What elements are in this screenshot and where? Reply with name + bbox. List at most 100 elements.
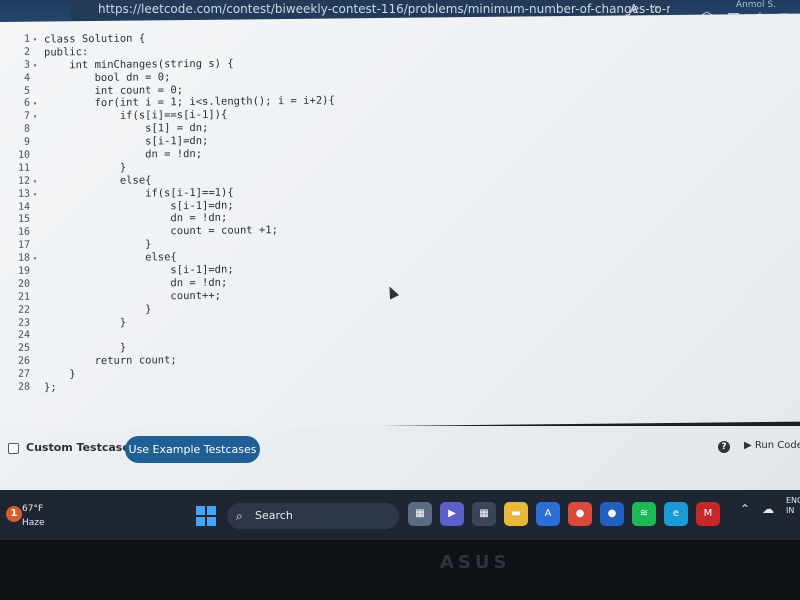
profile-name[interactable]: Anmol S. [736, 0, 776, 10]
fold-chevron-icon [30, 227, 40, 240]
mcafee-icon[interactable]: M [696, 502, 720, 526]
code-text: public: [44, 45, 89, 59]
chevron-up-icon[interactable]: ⌃ [740, 502, 750, 516]
line-number: 2 [23, 46, 30, 58]
search-icon: ⌕ [236, 509, 243, 523]
code-text: } [44, 342, 127, 355]
code-text: count++; [44, 289, 222, 304]
fold-chevron-icon [30, 150, 40, 163]
line-number: 15 [17, 214, 30, 226]
line-number: 14 [17, 201, 30, 213]
fold-chevron-icon [30, 214, 40, 227]
line-number: 5 [23, 85, 30, 97]
fold-chevron-icon [30, 330, 40, 343]
fold-chevron-icon [30, 46, 40, 59]
line-number: 16 [17, 227, 30, 239]
code-text: int minChanges(string s) { [44, 57, 234, 72]
code-text: } [44, 161, 127, 175]
fold-chevron-icon[interactable]: ▾ [30, 111, 40, 124]
line-number: 20 [17, 278, 30, 290]
line-number: 23 [17, 317, 30, 329]
taskbar-apps: ▦ ▶ ▦ ▬ A ● ● ≋ e M [408, 502, 720, 526]
line-number: 12 [17, 175, 30, 187]
code-text: } [44, 368, 76, 381]
line-number: 19 [17, 265, 30, 277]
line-number: 22 [17, 304, 30, 316]
help-icon[interactable]: ? [718, 441, 730, 453]
code-text: count = count +1; [44, 224, 278, 239]
line-number: 18 [17, 252, 30, 264]
search-label: Search [255, 509, 293, 522]
fold-chevron-icon [30, 72, 40, 85]
teams-icon[interactable]: ▶ [440, 502, 464, 526]
code-editor[interactable]: 1 ▾ class Solution {2 public: 3 ▾ int minChan… [0, 13, 800, 431]
fold-chevron-icon [30, 266, 40, 279]
weather-temperature: 67°F [22, 504, 44, 514]
fold-chevron-icon[interactable]: ▾ [30, 98, 40, 111]
fold-chevron-icon [30, 137, 40, 150]
line-number: 24 [17, 330, 30, 342]
action-bar: Custom Testcase Use Example Testcases ? … [0, 426, 800, 490]
chrome-icon[interactable]: ● [568, 502, 592, 526]
weather-badge: 1 [6, 506, 22, 522]
taskbar-search[interactable]: ⌕ Search [227, 503, 399, 529]
line-number: 9 [23, 136, 30, 148]
code-text: } [44, 316, 127, 330]
taskbar: 1 67°F Haze ⌕ Search ▦ ▶ ▦ ▬ A ● ● ≋ eM ⌃ ☁ ENG … [0, 490, 800, 540]
fold-chevron-icon [30, 240, 40, 253]
fold-chevron-icon [30, 343, 40, 356]
custom-testcase-checkbox[interactable] [8, 443, 19, 454]
run-code-button[interactable]: ▶ Run Code [744, 440, 800, 451]
line-number: 3 [23, 59, 30, 71]
line-number: 1 [23, 33, 30, 45]
fold-chevron-icon [30, 304, 40, 317]
spotify-icon[interactable]: ≋ [632, 502, 656, 526]
fold-chevron-icon [30, 124, 40, 137]
code-text: return count; [44, 354, 177, 368]
app-icon[interactable]: A [536, 502, 560, 526]
language-indicator[interactable]: ENG IN [786, 496, 800, 516]
code-text: } [44, 303, 152, 317]
fold-chevron-icon [30, 85, 40, 98]
line-number: 17 [17, 239, 30, 252]
line-number: 13 [17, 188, 30, 200]
line-number: 8 [23, 123, 30, 135]
code-text: }; [44, 381, 57, 394]
code-text: } [44, 238, 152, 252]
fold-chevron-icon[interactable]: ▾ [30, 175, 40, 188]
lang-bottom: IN [786, 506, 795, 515]
fold-chevron-icon [30, 317, 40, 330]
line-number: 25 [17, 343, 30, 355]
laptop-bezel: ASUS [0, 540, 800, 600]
line-number: 11 [17, 162, 30, 174]
file-explorer-icon[interactable]: ▦ [408, 502, 432, 526]
line-number: 4 [23, 72, 30, 84]
app-blue-icon[interactable]: ● [600, 502, 624, 526]
fold-chevron-icon[interactable]: ▾ [30, 34, 40, 47]
fold-chevron-icon [30, 382, 40, 395]
line-number: 6 [23, 98, 30, 110]
fold-chevron-icon[interactable]: ▾ [30, 253, 40, 266]
fold-chevron-icon [30, 369, 40, 382]
fold-chevron-icon[interactable]: ▾ [30, 188, 40, 201]
use-example-testcases-button[interactable]: Use Example Testcases [125, 436, 260, 463]
system-tray: ⌃ ☁ [740, 502, 774, 516]
code-text: else{ [44, 174, 152, 188]
folder-icon[interactable]: ▬ [504, 502, 528, 526]
fold-chevron-icon [30, 162, 40, 175]
line-number: 7 [23, 111, 30, 123]
fold-chevron-icon [30, 356, 40, 369]
code-lines: 1 ▾ class Solution {2 public: 3 ▾ int minChan… [14, 30, 335, 394]
brand-logo: ASUS [440, 552, 511, 573]
fold-chevron-icon[interactable]: ▾ [30, 59, 40, 72]
windows-start-icon[interactable] [196, 506, 216, 526]
edge-icon[interactable]: e [664, 502, 688, 526]
fold-chevron-icon [30, 291, 40, 304]
line-number: 28 [17, 381, 30, 393]
store-icon[interactable]: ▦ [472, 502, 496, 526]
custom-testcase-label[interactable]: Custom Testcase [26, 441, 130, 454]
weather-condition: Haze [22, 518, 45, 528]
url-text: https://leetcode.com/contest/biweekly-co… [98, 2, 670, 16]
cloud-icon[interactable]: ☁ [762, 502, 774, 516]
code-text: class Solution { [44, 32, 146, 46]
